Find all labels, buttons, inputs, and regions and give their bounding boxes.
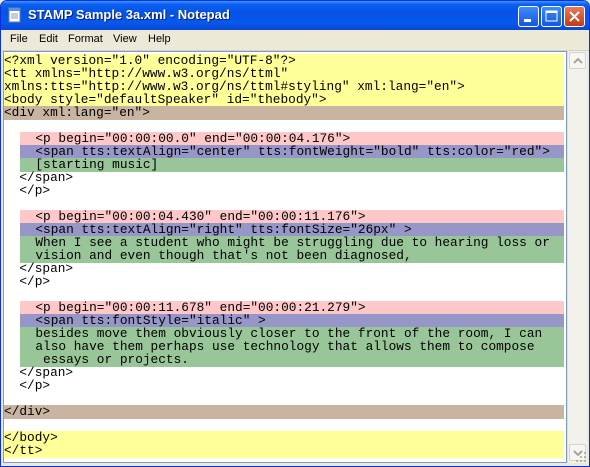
editor-line: [starting music] <box>20 158 564 172</box>
menu-bar: File Edit Format View Help <box>1 30 589 51</box>
editor-line: </div> <box>4 405 564 419</box>
editor-line: </body> <box>4 431 564 445</box>
editor-line: </span> <box>4 170 74 185</box>
menu-help[interactable]: Help <box>148 33 171 45</box>
menu-view[interactable]: View <box>113 33 137 45</box>
editor-line: essays or projects. <box>20 353 564 367</box>
editor-line: </tt> <box>4 444 564 458</box>
editor-line: </span> <box>4 261 74 276</box>
menu-format[interactable]: Format <box>68 33 103 45</box>
maximize-button[interactable] <box>541 6 562 27</box>
resize-grip-icon[interactable] <box>575 451 587 463</box>
menu-edit[interactable]: Edit <box>39 33 58 45</box>
minimize-icon <box>524 19 531 22</box>
editor-line: </p> <box>4 274 51 289</box>
vertical-scrollbar[interactable] <box>567 51 587 463</box>
editor-line: </p> <box>4 378 51 393</box>
close-icon <box>569 11 580 22</box>
window-title: STAMP Sample 3a.xml - Notepad <box>28 7 230 22</box>
editor-line: <div xml:lang="en"> <box>4 106 564 120</box>
notepad-window: STAMP Sample 3a.xml - Notepad File Edit … <box>0 0 590 467</box>
scroll-up-button[interactable] <box>569 52 586 69</box>
title-bar[interactable]: STAMP Sample 3a.xml - Notepad <box>1 1 589 30</box>
maximize-icon <box>545 10 558 22</box>
editor-line: vision and even though that's not been d… <box>20 249 564 263</box>
close-button[interactable] <box>564 6 585 27</box>
text-editor[interactable]: <?xml version="1.0" encoding="UTF-8"?> <… <box>3 51 567 463</box>
notepad-app-icon <box>8 7 21 23</box>
editor-line: </span> <box>4 365 74 380</box>
minimize-button[interactable] <box>518 6 539 27</box>
arrow-up-icon <box>573 57 583 64</box>
menu-file[interactable]: File <box>10 33 28 45</box>
editor-line: </p> <box>4 183 51 198</box>
